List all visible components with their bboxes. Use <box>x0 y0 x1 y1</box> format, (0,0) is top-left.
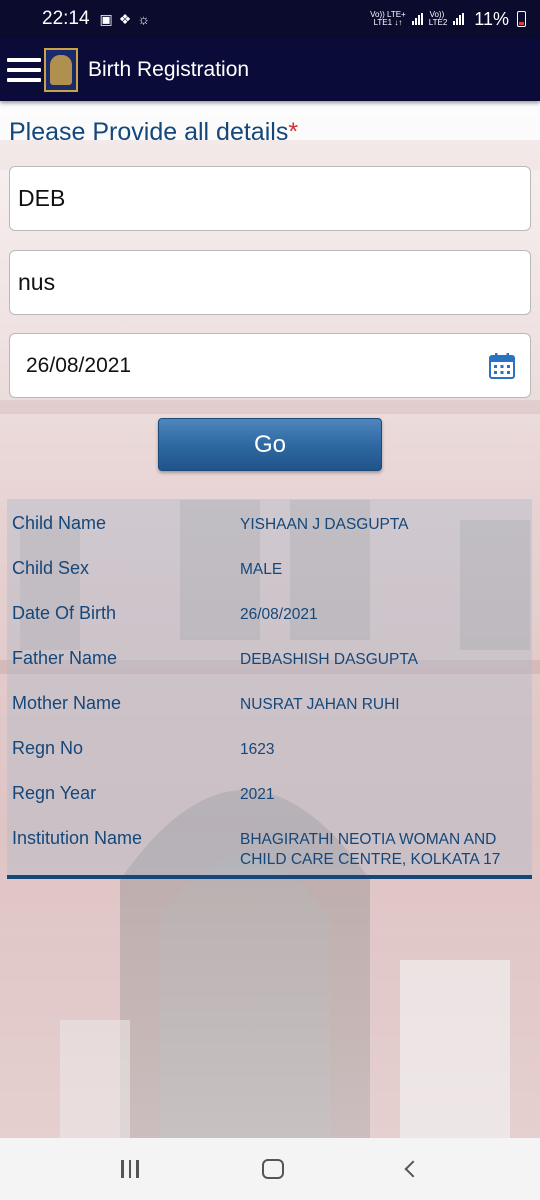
back-icon[interactable] <box>404 1160 422 1178</box>
detail-label: Father Name <box>12 648 118 668</box>
detail-label: Mother Name <box>12 693 122 713</box>
detail-value: 26/08/2021 <box>240 606 318 623</box>
detail-label: Regn No <box>12 738 84 758</box>
name-field[interactable] <box>9 166 531 231</box>
battery-icon <box>517 11 526 27</box>
required-mark: * <box>288 118 299 146</box>
detail-label: Child Name <box>12 513 107 533</box>
mother-name-field[interactable] <box>9 250 531 315</box>
sync-icon: ☼ <box>137 11 151 27</box>
signal-2-icon <box>453 13 465 25</box>
detail-label: Regn Year <box>12 783 97 803</box>
detail-label: Child Sex <box>12 558 90 578</box>
detail-row-mother-name: Mother Name NUSRAT JAHAN RUHI <box>12 693 527 715</box>
home-icon[interactable] <box>261 1159 284 1179</box>
system-nav-bar <box>0 1138 540 1200</box>
detail-row-regn-year: Regn Year 2021 <box>12 783 527 805</box>
detail-row-child-sex: Child Sex MALE <box>12 558 527 580</box>
recent-apps-icon[interactable] <box>121 1160 139 1178</box>
go-button[interactable]: Go <box>158 418 382 471</box>
detail-row-child-name: Child Name YISHAAN J DASGUPTA <box>12 513 527 535</box>
detail-row-date-of-birth: Date Of Birth 26/08/2021 <box>12 603 527 625</box>
details-divider <box>7 875 532 879</box>
detail-value: DEBASHISH DASGUPTA <box>240 651 419 668</box>
detail-label: Date Of Birth <box>12 603 117 623</box>
registration-details-panel: Child Name YISHAAN J DASGUPTA Child Sex … <box>7 499 532 877</box>
detail-value: 1623 <box>240 741 275 758</box>
app-bar: Birth Registration <box>0 38 540 101</box>
form-heading: Please Provide all details* <box>9 118 299 146</box>
battery-percent: 11% <box>474 8 509 29</box>
date-of-birth-field[interactable]: 26/08/2021 <box>9 333 531 398</box>
hamburger-menu-icon[interactable] <box>7 55 41 85</box>
gallery-icon: ▣ <box>99 10 113 27</box>
emblem-logo-icon <box>44 47 78 92</box>
detail-value: MALE <box>240 561 283 578</box>
twitter-icon: ❖ <box>118 10 132 27</box>
detail-row-father-name: Father Name DEBASHISH DASGUPTA <box>12 648 527 670</box>
detail-value: BHAGIRATHI NEOTIA WOMAN AND CHILD CARE C… <box>240 831 501 868</box>
detail-value: YISHAAN J DASGUPTA <box>240 516 409 533</box>
status-time: 22:14 <box>42 8 90 29</box>
app-title: Birth Registration <box>88 57 250 81</box>
network-1-label: Vo)) LTE+ LTE1 ↓↑ <box>370 10 406 27</box>
detail-value: 2021 <box>240 786 275 803</box>
status-bar: 22:14 ▣ ❖ ☼ Vo)) LTE+ LTE1 ↓↑ Vo)) LTE2 … <box>0 0 540 38</box>
date-value: 26/08/2021 <box>26 353 132 377</box>
detail-label: Institution Name <box>12 828 143 848</box>
detail-value: NUSRAT JAHAN RUHI <box>240 696 400 713</box>
detail-row-regn-no: Regn No 1623 <box>12 738 527 760</box>
detail-row-institution-name: Institution Name BHAGIRATHI NEOTIA WOMAN… <box>12 828 527 870</box>
network-2-label: Vo)) LTE2 <box>428 10 448 27</box>
calendar-icon[interactable] <box>488 352 516 380</box>
signal-1-icon <box>411 13 423 25</box>
